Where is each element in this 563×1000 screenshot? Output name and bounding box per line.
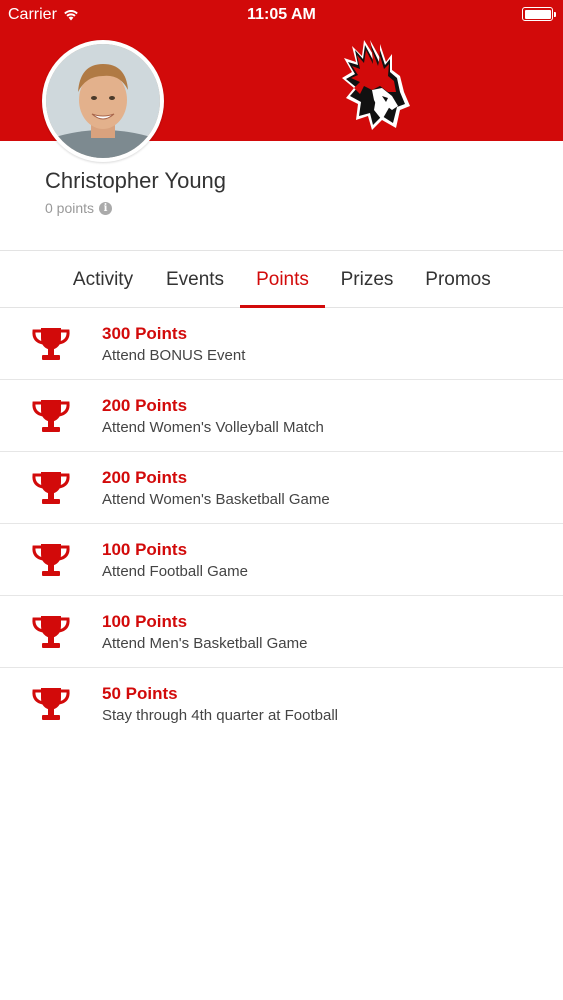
points-amount: 300 Points	[102, 324, 188, 343]
points-description: Attend Football Game	[102, 563, 248, 580]
points-description: Stay through 4th quarter at Football	[102, 707, 338, 724]
list-item[interactable]: 100 Points Attend Football Game	[0, 524, 563, 596]
tab-promos[interactable]: Promos	[417, 251, 499, 308]
cardinal-logo	[342, 40, 410, 130]
list-item[interactable]: 200 Points Attend Women's Volleyball Mat…	[0, 380, 563, 452]
info-icon[interactable]: i	[99, 201, 113, 215]
points-amount: 50 Points	[102, 684, 178, 703]
tab-events[interactable]: Events	[158, 251, 232, 308]
list-item[interactable]: 100 Points Attend Men's Basketball Game	[0, 596, 563, 668]
trophy-icon	[32, 328, 70, 360]
points-description: Attend Men's Basketball Game	[102, 635, 308, 652]
trophy-icon	[32, 544, 70, 576]
points-description: Attend Women's Basketball Game	[102, 491, 330, 508]
points-amount: 200 Points	[102, 396, 188, 415]
points-amount: 100 Points	[102, 612, 188, 631]
list-item[interactable]: 300 Points Attend BONUS Event	[0, 308, 563, 380]
profile-photo	[46, 44, 160, 158]
points-description: Attend BONUS Event	[102, 347, 246, 364]
tab-prizes[interactable]: Prizes	[333, 251, 401, 308]
status-bar: Carrier 11:05 AM	[0, 0, 563, 30]
points-list: 300 Points Attend BONUS Event 200 Points…	[0, 308, 563, 740]
tab-bar: Activity Events Points Prizes Promos	[0, 250, 563, 308]
points-amount: 200 Points	[102, 468, 188, 487]
avatar[interactable]	[42, 40, 164, 162]
trophy-icon	[32, 616, 70, 648]
list-item[interactable]: 200 Points Attend Women's Basketball Gam…	[0, 452, 563, 524]
points-description: Attend Women's Volleyball Match	[102, 419, 324, 436]
tab-points[interactable]: Points	[240, 251, 325, 308]
profile-name: Christopher Young	[45, 168, 227, 193]
trophy-icon	[32, 472, 70, 504]
tab-activity[interactable]: Activity	[62, 251, 144, 308]
status-time: 11:05 AM	[247, 6, 316, 23]
trophy-icon	[32, 688, 70, 720]
battery-icon	[522, 7, 556, 21]
list-item[interactable]: 50 Points Stay through 4th quarter at Fo…	[0, 668, 563, 740]
points-amount: 100 Points	[102, 540, 188, 559]
trophy-icon	[32, 400, 70, 432]
profile-points: 0 points i	[45, 200, 113, 216]
points-total: 0 points	[45, 200, 95, 216]
